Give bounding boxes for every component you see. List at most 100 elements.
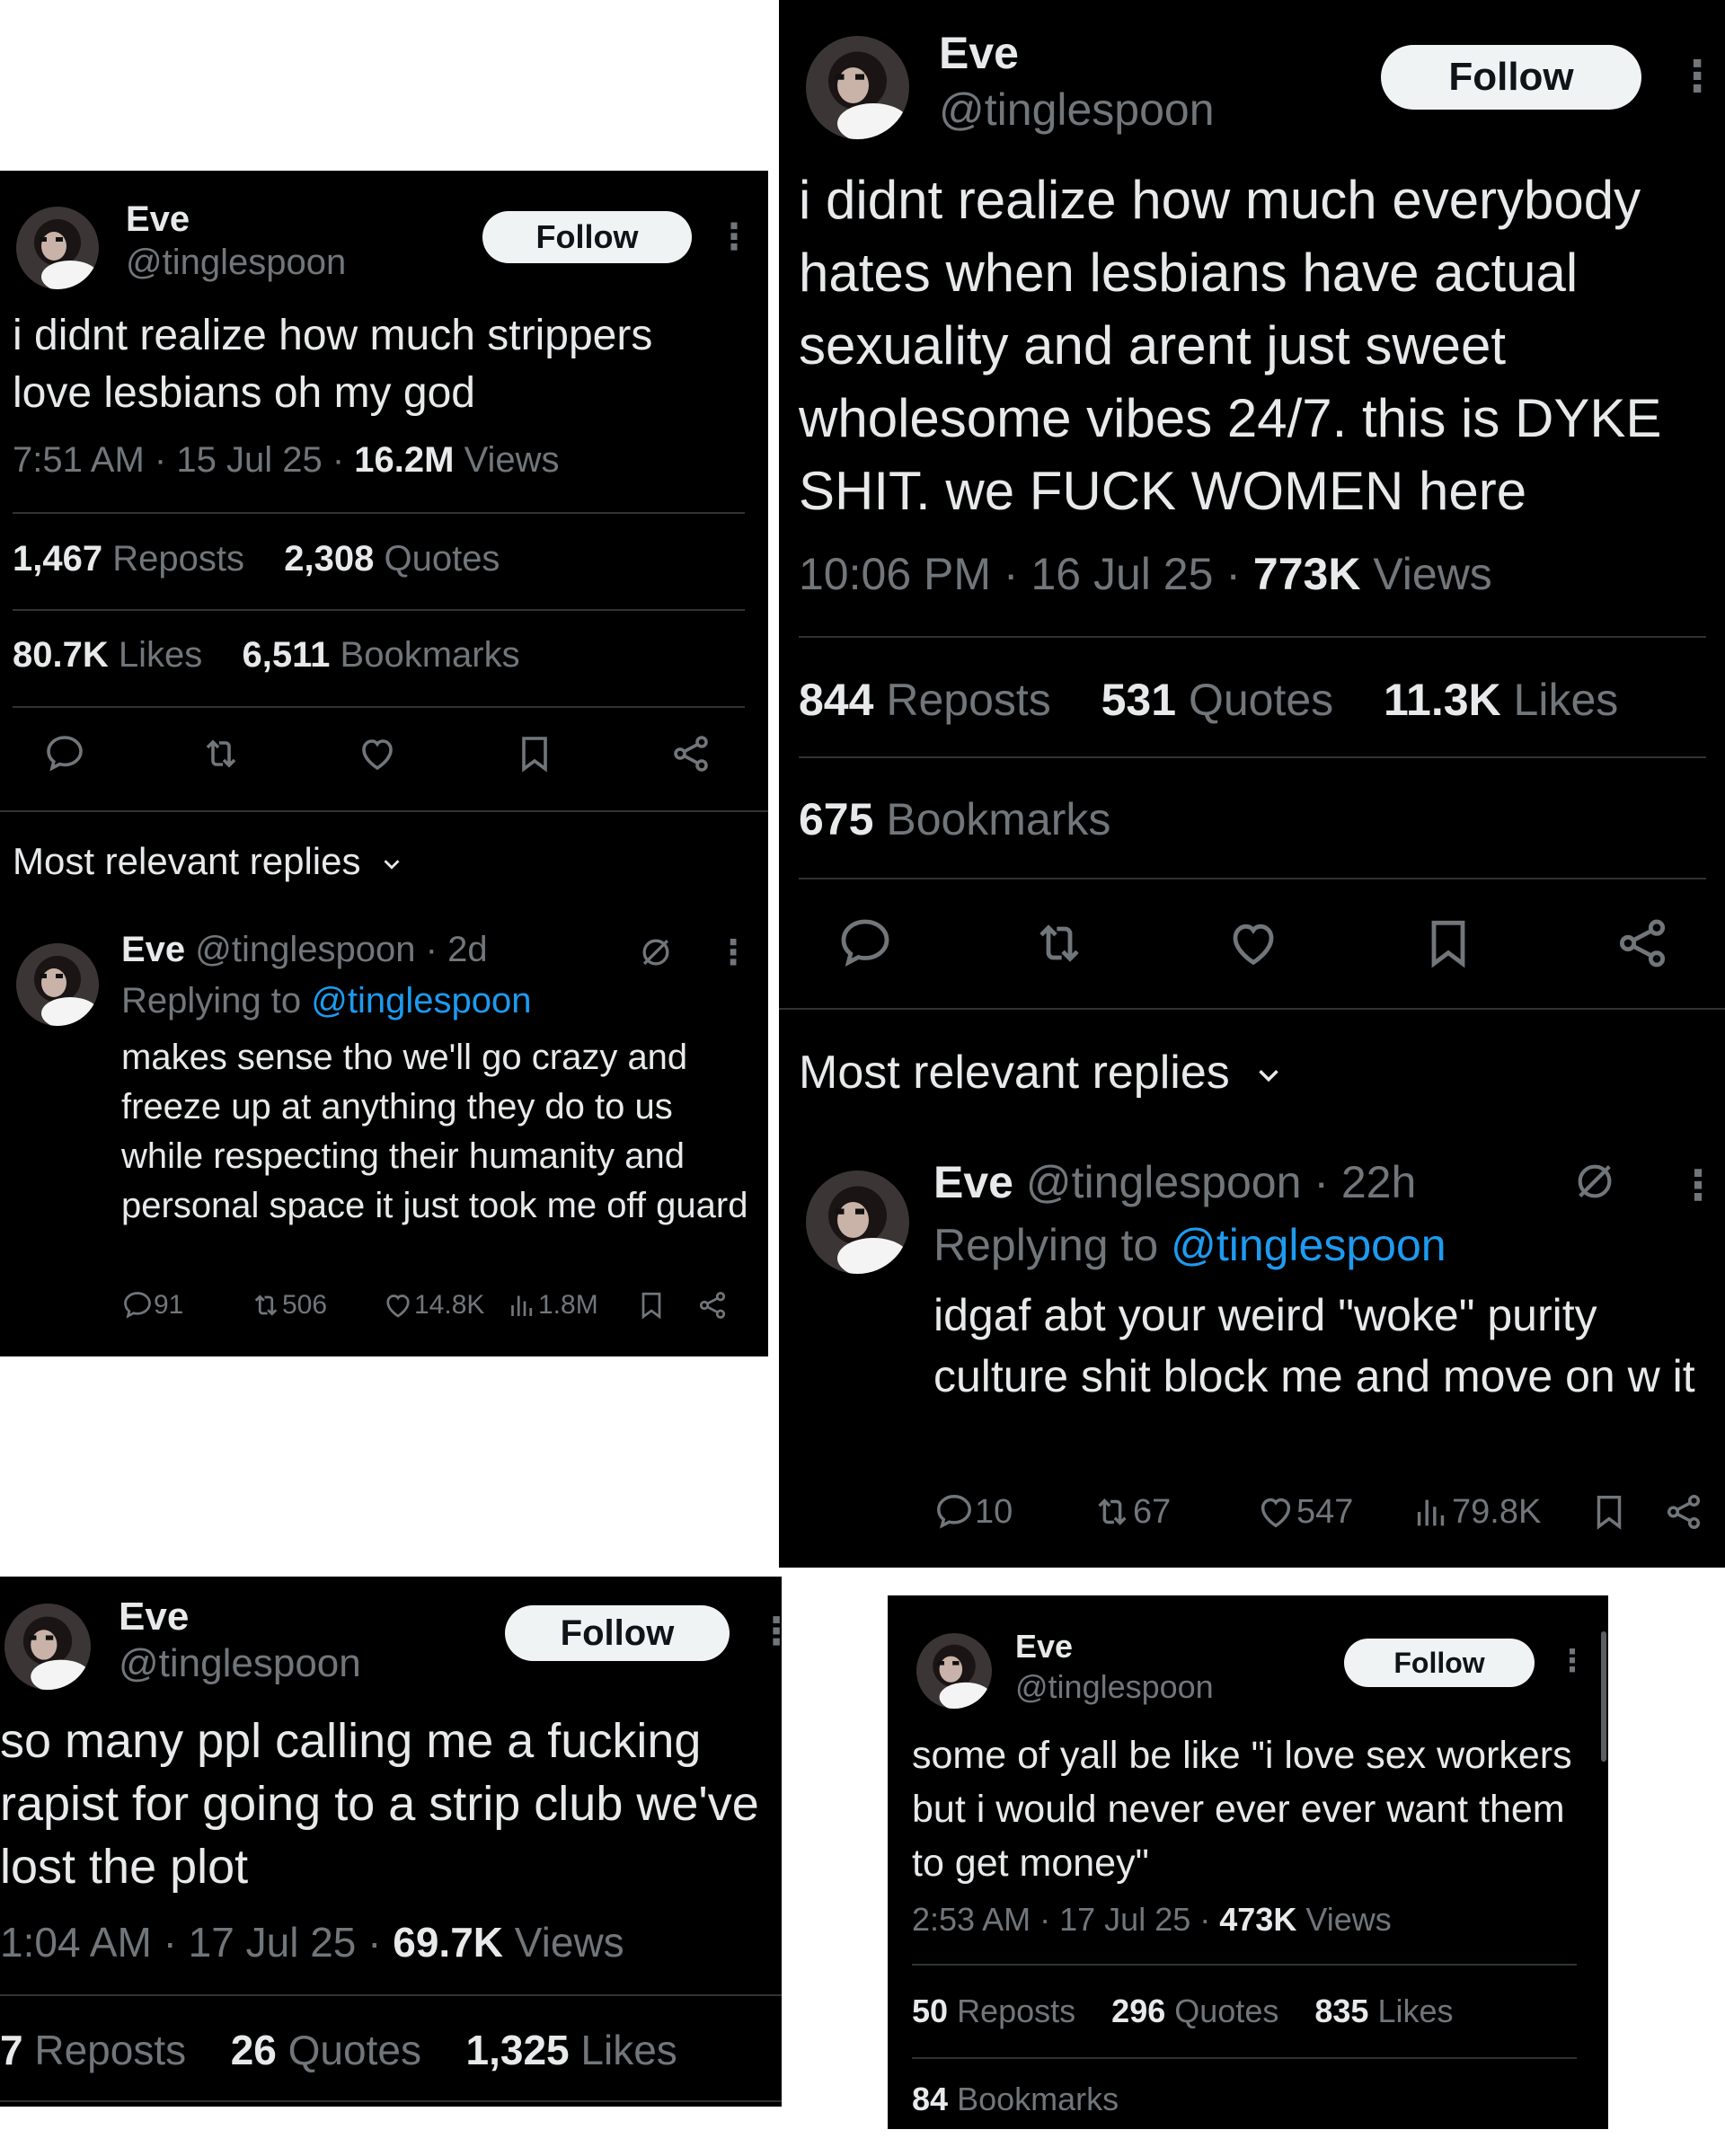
replies-sort-dropdown[interactable]: Most relevant replies bbox=[13, 840, 405, 883]
reply-age[interactable]: 22h bbox=[1341, 1157, 1416, 1207]
reply-avatar[interactable] bbox=[16, 943, 99, 1026]
reply-button[interactable] bbox=[836, 915, 894, 972]
follow-button[interactable]: Follow bbox=[1344, 1639, 1535, 1687]
more-options-icon[interactable]: ⋮ bbox=[757, 1613, 782, 1650]
reposts-stat[interactable]: 1,467 Reposts bbox=[13, 539, 244, 579]
quotes-stat[interactable]: 296 Quotes bbox=[1111, 1993, 1278, 2029]
reply-button[interactable] bbox=[43, 732, 86, 775]
tweet-date[interactable]: 16 Jul 25 bbox=[1031, 549, 1213, 599]
reply-repost-button[interactable]: 67 bbox=[1092, 1491, 1171, 1533]
tweet-meta: 2:53 AM · 17 Jul 25 · 473K Views bbox=[912, 1901, 1392, 1939]
like-button[interactable] bbox=[356, 732, 399, 775]
bookmarks-stat[interactable]: 84 Bookmarks bbox=[912, 2081, 1119, 2117]
repost-button[interactable] bbox=[199, 732, 243, 775]
reply-share-button[interactable] bbox=[696, 1289, 729, 1321]
tweet-time[interactable]: 2:53 AM bbox=[912, 1901, 1031, 1938]
like-button[interactable] bbox=[1225, 915, 1282, 972]
like-count: 14.8K bbox=[414, 1290, 485, 1320]
tweet-date[interactable]: 17 Jul 25 bbox=[1059, 1901, 1190, 1938]
likes-label: Likes bbox=[118, 635, 203, 675]
likes-stat[interactable]: 1,325 Likes bbox=[466, 2027, 677, 2073]
author-name[interactable]: Eve bbox=[119, 1595, 189, 1639]
quotes-stat[interactable]: 2,308 Quotes bbox=[284, 539, 500, 579]
stats-row-1: 50 Reposts 296 Quotes 835 Likes bbox=[912, 1993, 1454, 2030]
likes-stat[interactable]: 11.3K Likes bbox=[1384, 675, 1618, 725]
more-options-icon[interactable]: ⋮ bbox=[1557, 1646, 1588, 1676]
quotes-stat[interactable]: 531 Quotes bbox=[1101, 675, 1334, 725]
author-handle[interactable]: @tinglespoon bbox=[1015, 1668, 1214, 1706]
reply-views-button[interactable]: 1.8M bbox=[506, 1289, 598, 1321]
reply-author-handle[interactable]: @tinglespoon bbox=[1026, 1157, 1302, 1207]
reply-reply-button[interactable]: 91 bbox=[121, 1289, 183, 1321]
replying-to-handle[interactable]: @tinglespoon bbox=[1171, 1220, 1446, 1270]
follow-button[interactable]: Follow bbox=[505, 1605, 730, 1661]
reply-more-options-icon[interactable]: ⋮ bbox=[1677, 1164, 1719, 1206]
likes-stat[interactable]: 835 Likes bbox=[1314, 1993, 1453, 2029]
grok-icon[interactable] bbox=[636, 932, 676, 972]
reply-age[interactable]: 2d bbox=[447, 930, 488, 969]
reply-more-options-icon[interactable]: ⋮ bbox=[716, 936, 750, 970]
reply-bookmark-button[interactable] bbox=[1588, 1491, 1630, 1533]
reply-reply-button[interactable]: 10 bbox=[933, 1491, 1013, 1533]
quotes-count: 26 bbox=[230, 2027, 277, 2073]
author-name[interactable]: Eve bbox=[939, 27, 1019, 79]
follow-button[interactable]: Follow bbox=[482, 211, 692, 263]
reply-repost-button[interactable]: 506 bbox=[250, 1289, 327, 1321]
likes-stat[interactable]: 80.7K Likes bbox=[13, 635, 202, 675]
heart-icon bbox=[1233, 923, 1274, 966]
reply-bookmark-button[interactable] bbox=[635, 1289, 668, 1321]
scrollbar-thumb[interactable] bbox=[1601, 1631, 1606, 1762]
replies-sort-dropdown[interactable]: Most relevant replies bbox=[799, 1046, 1286, 1100]
avatar[interactable] bbox=[4, 1604, 91, 1690]
avatar[interactable] bbox=[806, 36, 909, 139]
replying-to-handle[interactable]: @tinglespoon bbox=[311, 981, 531, 1021]
author-handle[interactable]: @tinglespoon bbox=[126, 243, 346, 283]
avatar[interactable] bbox=[916, 1633, 992, 1709]
quotes-count: 2,308 bbox=[284, 539, 375, 579]
more-options-icon[interactable]: ⋮ bbox=[716, 219, 752, 255]
reply-views-button[interactable]: 79.8K bbox=[1411, 1491, 1541, 1533]
grok-icon[interactable] bbox=[1570, 1156, 1620, 1206]
tweet-meta: 7:51 AM · 15 Jul 25 · 16.2M Views bbox=[13, 440, 560, 481]
share-button[interactable] bbox=[669, 732, 712, 775]
reply-author-name[interactable]: Eve bbox=[121, 930, 185, 969]
bookmarks-stat[interactable]: 675 Bookmarks bbox=[799, 794, 1110, 844]
repost-icon bbox=[1039, 924, 1079, 962]
repost-button[interactable] bbox=[1031, 915, 1088, 972]
reposts-stat[interactable]: 50 Reposts bbox=[912, 1993, 1075, 2029]
bookmarks-stat[interactable]: 6,511 Bookmarks bbox=[243, 635, 520, 675]
author-handle[interactable]: @tinglespoon bbox=[119, 1641, 361, 1686]
author-name[interactable]: Eve bbox=[1015, 1628, 1073, 1666]
more-options-icon[interactable]: ⋮ bbox=[1676, 56, 1719, 99]
bookmark-button[interactable] bbox=[513, 732, 556, 775]
reply-icon bbox=[124, 1292, 151, 1319]
share-icon bbox=[1667, 1495, 1701, 1529]
reposts-stat[interactable]: 844 Reposts bbox=[799, 675, 1051, 725]
tweet-time[interactable]: 10:06 PM bbox=[799, 549, 991, 599]
reply-author-name[interactable]: Eve bbox=[933, 1157, 1013, 1207]
author-name[interactable]: Eve bbox=[126, 199, 190, 240]
replies-header: Most relevant replies bbox=[13, 840, 361, 882]
tweet-date[interactable]: 15 Jul 25 bbox=[176, 440, 322, 480]
share-button[interactable] bbox=[1614, 915, 1671, 972]
avatar-image bbox=[16, 943, 99, 1026]
quotes-stat[interactable]: 26 Quotes bbox=[231, 2027, 421, 2073]
bookmark-button[interactable] bbox=[1420, 915, 1477, 972]
avatar-image bbox=[16, 207, 99, 289]
reply-like-button[interactable]: 14.8K bbox=[382, 1289, 484, 1321]
tweet-time[interactable]: 1:04 AM bbox=[0, 1919, 152, 1966]
separator-dot: · bbox=[1039, 1901, 1051, 1938]
author-handle[interactable]: @tinglespoon bbox=[939, 84, 1215, 136]
avatar[interactable] bbox=[16, 207, 99, 289]
reposts-stat[interactable]: 7 Reposts bbox=[0, 2027, 186, 2073]
tweet-date[interactable]: 17 Jul 25 bbox=[189, 1919, 357, 1966]
reply-share-button[interactable] bbox=[1663, 1491, 1704, 1533]
tweet-time[interactable]: 7:51 AM bbox=[13, 440, 145, 480]
follow-button[interactable]: Follow bbox=[1381, 45, 1641, 110]
reply-author-handle[interactable]: @tinglespoon bbox=[195, 930, 415, 969]
reply-avatar[interactable] bbox=[806, 1171, 909, 1274]
reply-like-button[interactable]: 547 bbox=[1255, 1491, 1353, 1533]
separator-dot: · bbox=[332, 440, 345, 480]
divider bbox=[13, 706, 745, 708]
share-icon bbox=[1619, 919, 1666, 968]
